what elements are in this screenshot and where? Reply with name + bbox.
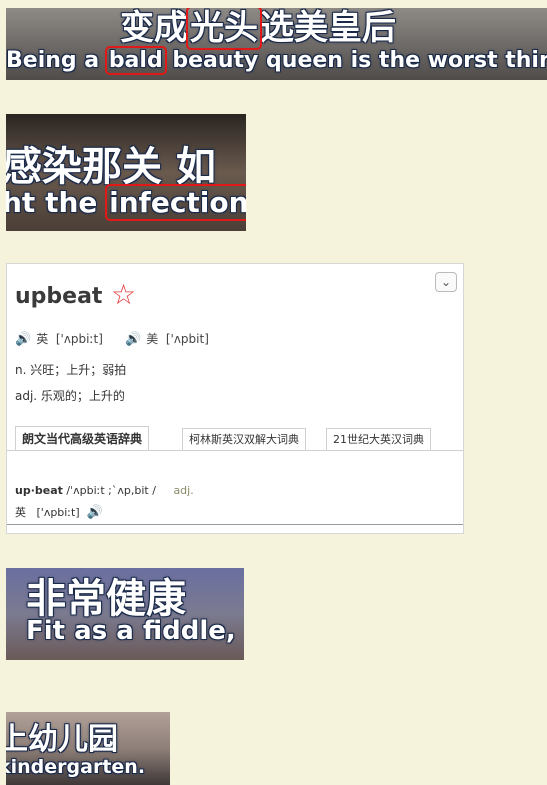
subtitle-clip-bald: 变成光头选美皇后 Being a bald beauty queen is th… xyxy=(6,8,547,80)
collapse-chevron-icon[interactable]: ⌄ xyxy=(435,272,457,292)
english-subtitle: Being a bald beauty queen is the worst t… xyxy=(6,46,547,75)
chinese-subtitle: 变成光头选美皇后 xyxy=(120,8,396,50)
dictionary-entry: up·beat /ˈʌpbiːt ;ˋʌp,bit / adj. xyxy=(15,484,194,497)
tab-21st-century[interactable]: 21世纪大英汉词典 xyxy=(326,428,431,451)
uk-phonetic: ['ʌpbiːt] xyxy=(55,332,103,346)
chinese-subtitle: 感染那关 如 xyxy=(6,144,216,190)
definition-noun: n. 兴旺；上升；弱拍 xyxy=(15,363,127,377)
entry-headword: up·beat xyxy=(15,484,63,497)
entry-uk-pronunciation: 英 ['ʌpbiːt] 🔊 xyxy=(15,505,103,520)
uk-pronunciation: 🔊 英 ['ʌpbiːt] xyxy=(15,332,103,347)
english-subtitle: Fit as a fiddle, xyxy=(26,616,236,646)
subtitle-clip-kindergarten: 上幼儿园 kindergarten. xyxy=(6,712,170,785)
dictionary-popup: upbeat ☆ ⌄ 🔊 英 ['ʌpbiːt] 🔊 美 ['ʌpbit] n. 兴… xyxy=(6,263,464,534)
highlighted-english-word[interactable]: bald xyxy=(104,46,167,75)
dictionary-headword: upbeat xyxy=(15,284,103,309)
highlighted-chinese-word: 光头 xyxy=(186,8,262,50)
entry-phonetic: /ˈʌpbiːt ;ˋʌp,bit / xyxy=(66,484,156,497)
us-phonetic: ['ʌpbit] xyxy=(165,332,209,346)
highlighted-english-word[interactable]: infection xyxy=(105,184,246,221)
english-subtitle: ht the infection, xyxy=(6,184,246,221)
favorite-star-icon[interactable]: ☆ xyxy=(111,278,136,311)
tab-divider xyxy=(7,450,463,451)
subtitle-clip-fiddle: 非常健康 Fit as a fiddle, xyxy=(6,568,244,660)
us-pronunciation: 🔊 美 ['ʌpbit] xyxy=(125,332,209,347)
entry-speaker-icon[interactable]: 🔊 xyxy=(87,505,103,520)
english-subtitle: kindergarten. xyxy=(6,756,146,778)
us-speaker-icon[interactable]: 🔊 xyxy=(125,332,141,347)
uk-speaker-icon[interactable]: 🔊 xyxy=(15,332,31,347)
subtitle-clip-infection: 感染那关 如 ht the infection, xyxy=(6,114,246,231)
chinese-subtitle: 上幼儿园 xyxy=(6,722,118,757)
tab-longman[interactable]: 朗文当代高级英语辞典 xyxy=(15,426,150,451)
tab-collins[interactable]: 柯林斯英汉双解大词典 xyxy=(182,428,306,451)
entry-part-of-speech: adj. xyxy=(173,484,194,497)
bottom-divider xyxy=(7,524,463,525)
definition-adjective: adj. 乐观的；上升的 xyxy=(15,389,125,403)
